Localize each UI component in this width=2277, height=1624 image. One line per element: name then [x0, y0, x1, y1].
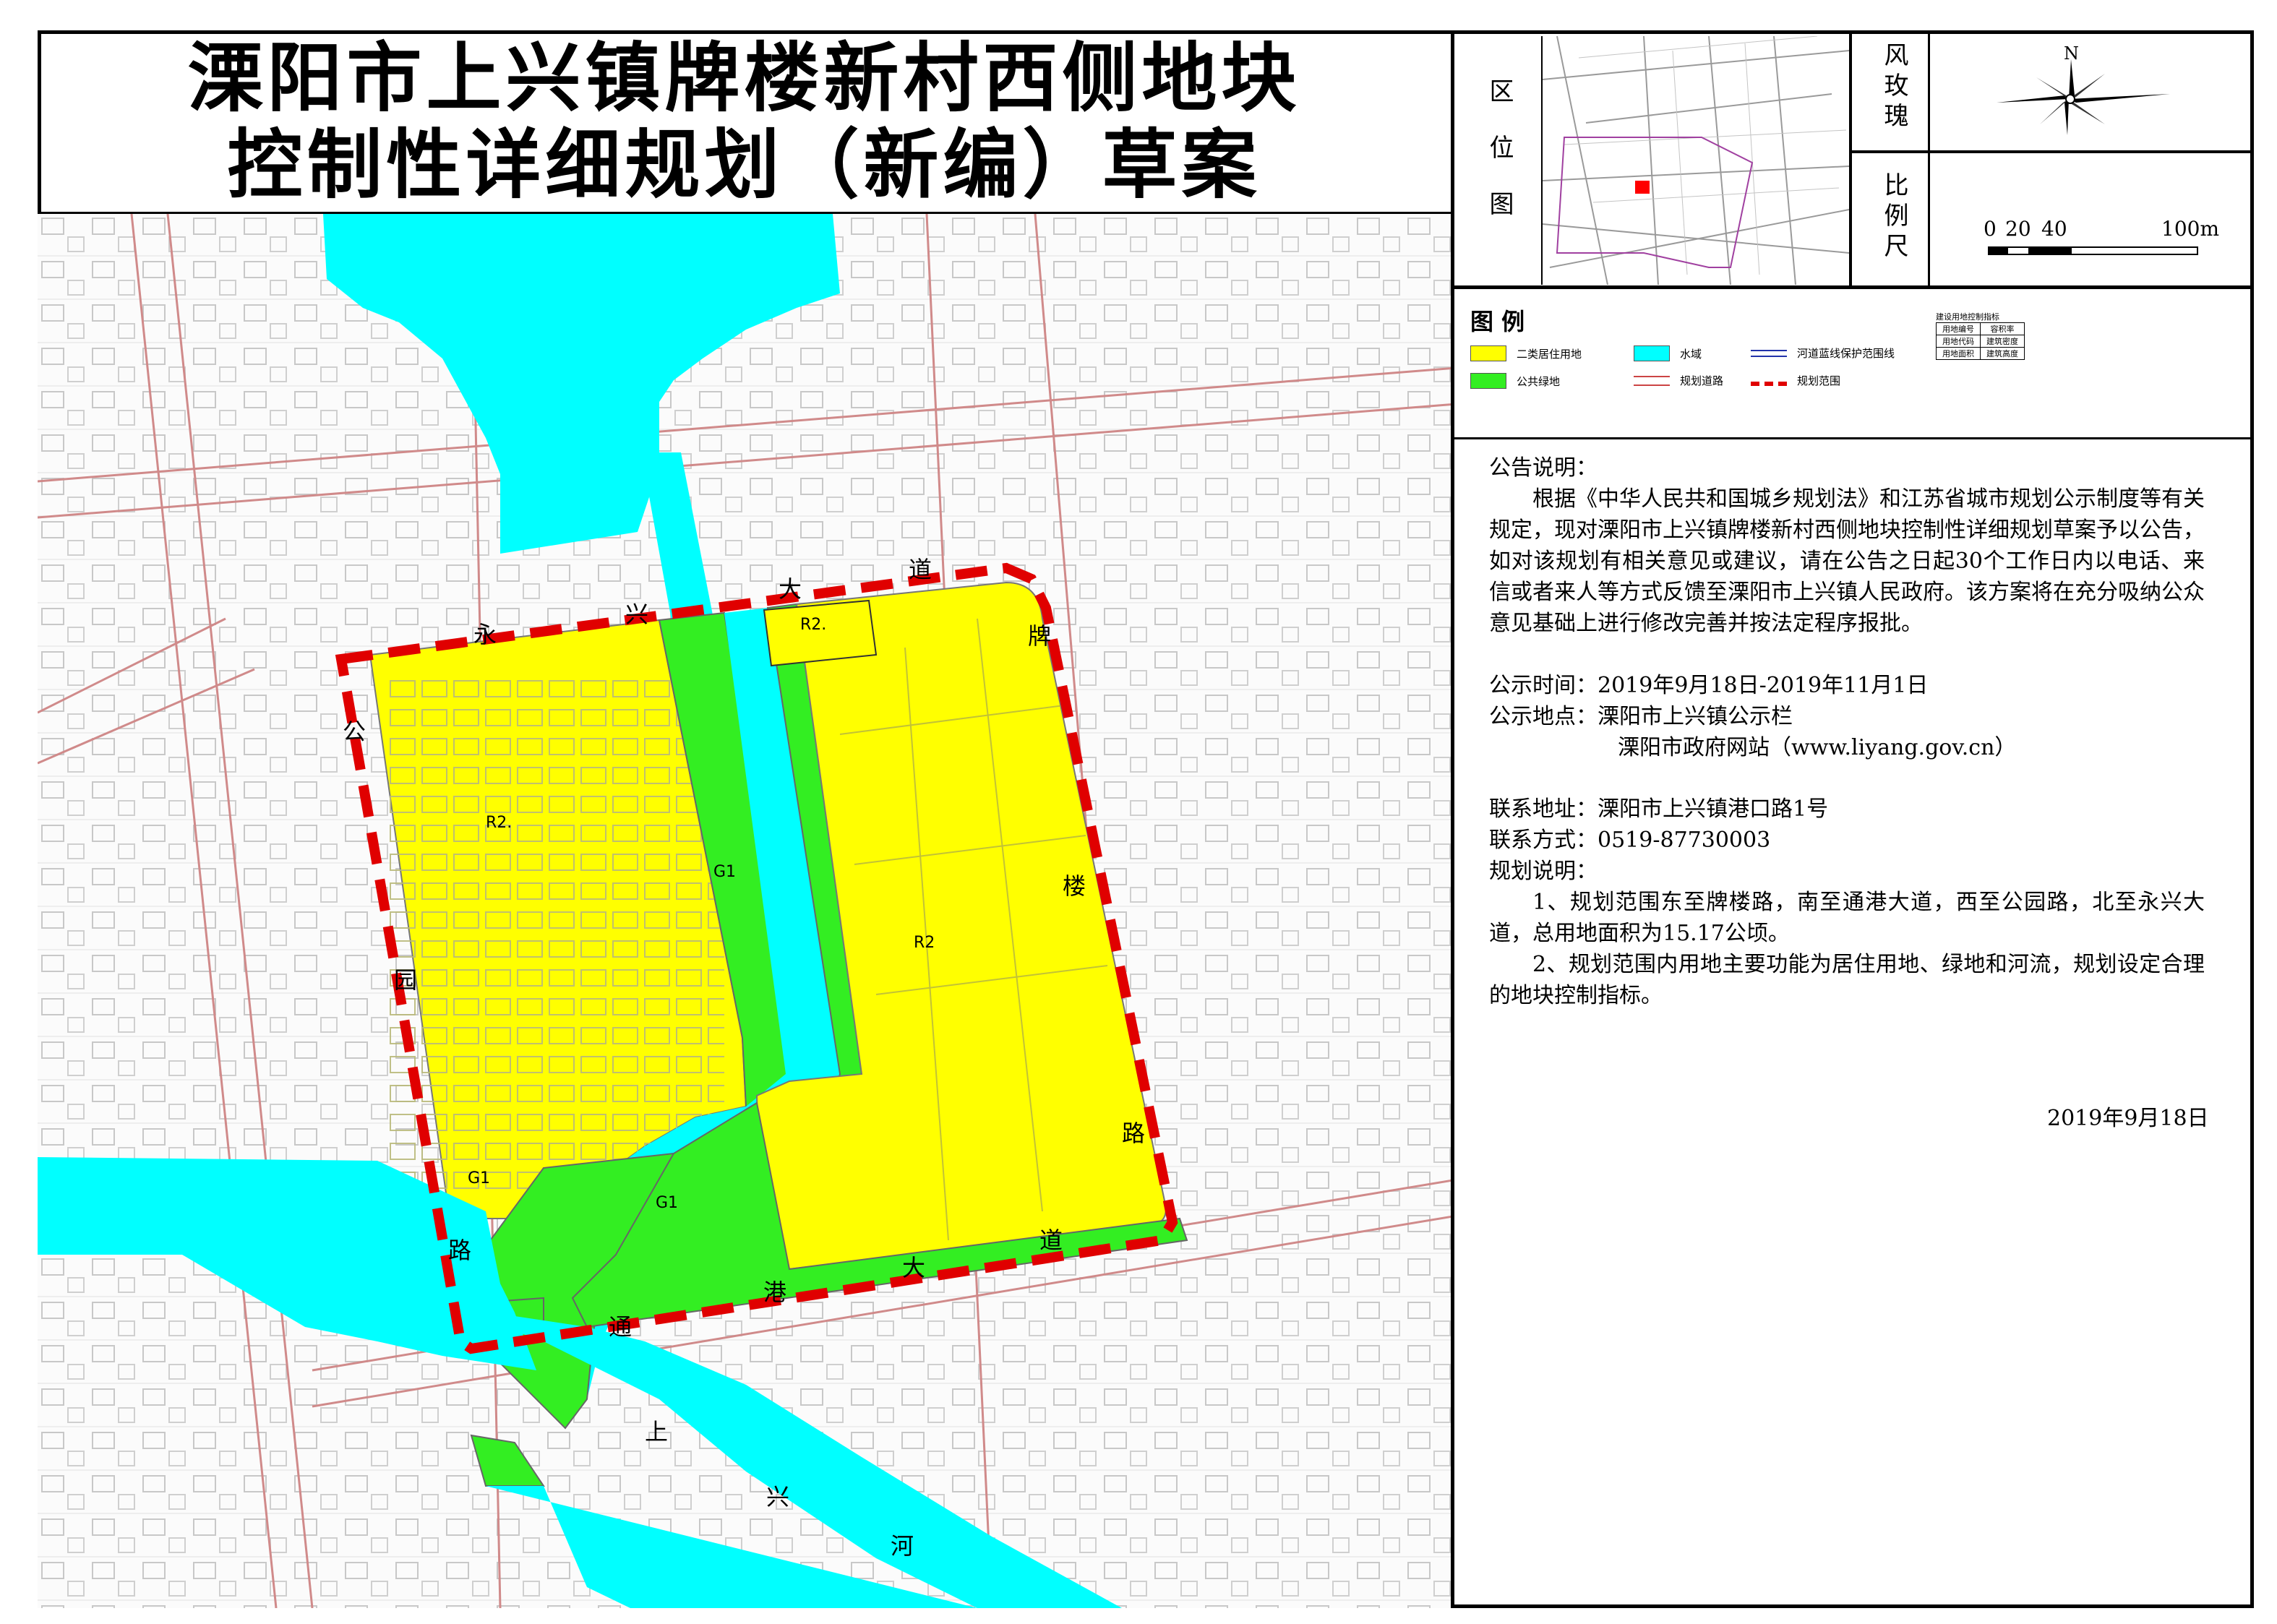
notice-body: 根据《中华人民共和国城乡规划法》和江苏省城市规划公示制度等有关规定，现对溧阳市上…	[1489, 486, 2205, 636]
parcel-label-g1-west: G1	[468, 1169, 491, 1187]
legend-item-road: 规划道路	[1634, 373, 1723, 388]
notice-heading: 公告说明：	[1489, 455, 1598, 481]
legend-item-blueline: 河道蓝线保护范围线	[1751, 345, 1895, 361]
scale-tick-0: 0	[1984, 217, 1997, 241]
scale-label-1: 比	[1879, 172, 1908, 202]
green-swatch	[1470, 373, 1506, 389]
notice-time: 公示时间：2019年9月18日-2019年11月1日	[1489, 673, 1929, 698]
scale-tick-100m: 100m	[2161, 217, 2219, 241]
index-table: 建设用地控制指标 用地编号 容积率 用地代码 建筑密度 用地面积 建筑高度	[1936, 311, 2025, 360]
wind-rose-icon	[1997, 59, 2170, 135]
parcel-label-r2-north: R2.	[800, 616, 827, 634]
compass-box: 风玫瑰 N	[1852, 30, 2254, 153]
road-north-char-4: 道	[909, 556, 932, 583]
river-char-1: 上	[645, 1418, 669, 1445]
compass-label-3: 瑰	[1879, 103, 1908, 133]
index-table-title: 建设用地控制指标	[1936, 312, 1999, 322]
road-west-char-3: 路	[448, 1237, 472, 1264]
notice-date: 2019年9月18日	[2047, 1106, 2209, 1131]
road-west-char-1: 公	[343, 718, 366, 745]
scale-label-3: 尺	[1879, 233, 1908, 263]
title-line-2: 控制性详细规划（新编）草案	[227, 120, 1261, 209]
road-north-char-2: 兴	[625, 601, 649, 628]
legend-title: 图 例	[1470, 308, 1525, 335]
contact-phone: 联系方式：0519-87730003	[1489, 828, 1771, 853]
notice-place: 公示地点：溧阳市上兴镇公示栏	[1489, 704, 1793, 729]
legend-item-residential: 二类居住用地	[1470, 345, 1582, 361]
plan-item-1: 1、规划范围东至牌楼路，南至通港大道，西至公园路，北至永兴大道，总用地面积为15…	[1489, 890, 2205, 946]
parcel-label-g1-south: G1	[656, 1194, 679, 1212]
blueline-swatch	[1751, 349, 1787, 357]
contact-address: 联系地址：溧阳市上兴镇港口路1号	[1489, 796, 1829, 822]
road-east-char-1: 牌	[1028, 622, 1052, 650]
notice-place-website: 溧阳市政府网站（www.liyang.gov.cn）	[1618, 735, 2017, 760]
location-label-3: 图	[1485, 191, 1514, 247]
road-south-char-3: 大	[902, 1254, 926, 1281]
parcel-label-r2-east: R2	[914, 934, 935, 952]
scale-bar	[1988, 246, 2198, 255]
info-panel: 区位图 风玫瑰 N 比例尺 0 20 40 100m 图 例 二类居住用地 水域…	[1454, 30, 2254, 1608]
parcel-label-g1-strip: G1	[713, 863, 737, 881]
road-east-char-3: 路	[1122, 1120, 1146, 1147]
location-label-1: 区	[1485, 78, 1514, 134]
legend-item-water: 水域	[1634, 345, 1702, 361]
compass-label-1: 风	[1879, 42, 1908, 72]
compass-label-2: 玫	[1879, 72, 1908, 103]
boundary-swatch	[1751, 381, 1787, 386]
legend: 图 例 二类居住用地 水域 河道蓝线保护范围线 公共绿地 规划道路 规划范围 建…	[1454, 289, 2254, 439]
location-label-2: 位	[1485, 134, 1514, 191]
title-block: 溧阳市上兴镇牌楼新村西侧地块 控制性详细规划（新编）草案	[38, 30, 1454, 215]
legend-item-green: 公共绿地	[1470, 373, 1560, 389]
road-south-char-1: 通	[609, 1313, 632, 1341]
map-canvas	[38, 214, 1451, 1608]
site-marker	[1635, 181, 1650, 194]
scale-tick-20: 20	[2005, 217, 2031, 241]
road-north-char-3: 大	[779, 575, 802, 603]
scale-box: 比例尺 0 20 40 100m	[1852, 153, 2254, 289]
road-north-char-1: 永	[473, 621, 497, 648]
road-swatch	[1634, 375, 1670, 386]
river-char-3: 河	[891, 1532, 914, 1560]
location-map-box: 区位图	[1454, 30, 1852, 289]
plan-heading: 规划说明：	[1489, 859, 1598, 884]
parcel-label-r2-west: R2.	[486, 814, 513, 832]
title-line-1: 溧阳市上兴镇牌楼新村西侧地块	[187, 33, 1301, 122]
water-swatch	[1634, 345, 1670, 361]
plan-item-2: 2、规划范围内用地主要功能为居住用地、绿地和河流，规划设定合理的地块控制指标。	[1489, 952, 2205, 1008]
notice: 公告说明： 根据《中华人民共和国城乡规划法》和江苏省城市规划公示制度等有关规定，…	[1454, 439, 2254, 1608]
location-inset-map	[1541, 36, 1849, 285]
legend-item-boundary: 规划范围	[1751, 373, 1840, 388]
planning-map: R2. R2. R2 G1 G1 G1 永 兴 大 道 公 园 路 牌 楼 路 …	[38, 214, 1454, 1608]
road-south-char-4: 道	[1039, 1226, 1063, 1254]
road-west-char-2: 园	[394, 966, 418, 994]
scale-label-2: 例	[1879, 202, 1908, 233]
river-char-2: 兴	[766, 1483, 790, 1511]
scale-tick-40: 40	[2041, 217, 2067, 241]
road-east-char-2: 楼	[1063, 872, 1086, 900]
road-south-char-2: 港	[763, 1279, 787, 1306]
residential-swatch	[1470, 345, 1506, 361]
